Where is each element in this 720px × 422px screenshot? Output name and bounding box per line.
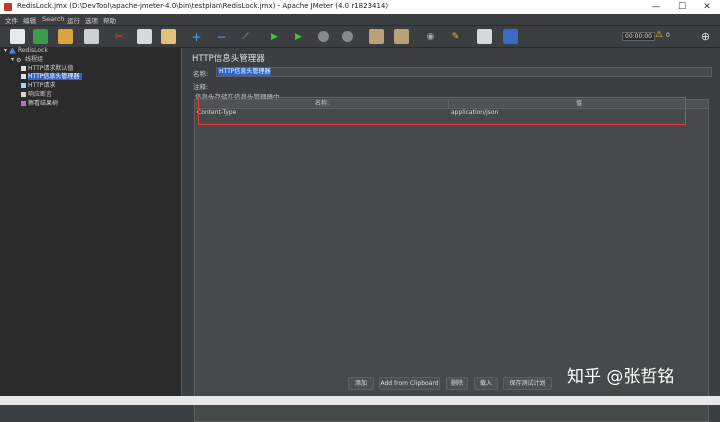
test-plan-icon: [8, 47, 16, 54]
warning-icon[interactable]: ⚠: [655, 30, 663, 40]
load-button[interactable]: 载入: [474, 377, 498, 390]
tree-item-label: HTTP请求默认值: [28, 65, 74, 72]
stop-icon[interactable]: [316, 29, 331, 44]
config-icon: [21, 66, 26, 71]
help-icon[interactable]: [503, 29, 518, 44]
add-from-clipboard-button[interactable]: Add from Clipboard: [379, 377, 440, 390]
tree-thread-group[interactable]: ▾ ⚙ 线程组: [11, 56, 43, 64]
menu-file[interactable]: 文件: [5, 15, 18, 25]
tree-item-label: 察看结果树: [28, 100, 59, 107]
menu-help[interactable]: 帮助: [103, 15, 116, 25]
tree-item-label: 响应断言: [28, 91, 53, 98]
red-annotation-box: [198, 97, 686, 125]
tree-test-plan[interactable]: ▾ RedisLock: [4, 47, 48, 55]
comment-input[interactable]: [216, 79, 710, 87]
name-input-value: HTTP信息头管理器: [218, 68, 272, 76]
clear-all-icon[interactable]: [394, 29, 409, 44]
menu-options[interactable]: 选项: [85, 15, 98, 25]
config-icon: [21, 74, 26, 79]
expand-icon[interactable]: +: [189, 29, 204, 44]
tree-item-response-assertion[interactable]: 响应断言: [21, 91, 52, 99]
function-helper-icon[interactable]: [477, 29, 492, 44]
paste-icon[interactable]: [161, 29, 176, 44]
tree-item-header-manager[interactable]: HTTP信息头管理器: [21, 73, 83, 81]
taskbar-strip: [0, 396, 720, 405]
tree-item-http-request[interactable]: HTTP请求: [21, 82, 55, 90]
save-test-plan-button[interactable]: 保存测试计划: [503, 377, 552, 390]
toggle-icon[interactable]: ⟋: [238, 29, 253, 44]
menu-edit[interactable]: 编辑: [23, 15, 36, 25]
window-title: RedisLock.jmx (D:\DevTool\apache-jmeter-…: [17, 2, 389, 10]
maximize-button[interactable]: ☐: [669, 0, 695, 14]
start-icon[interactable]: ▶: [267, 29, 282, 44]
toolbar: ✂ + − ⟋ ▶ ▶ ◉ ✎ 00:00:00 ⚠ 0 ⊕: [0, 26, 720, 48]
name-input[interactable]: HTTP信息头管理器: [216, 67, 712, 77]
new-icon[interactable]: [10, 29, 25, 44]
menu-run[interactable]: 运行: [67, 15, 80, 25]
tree-item-label: HTTP请求: [28, 82, 56, 89]
reset-search-icon[interactable]: ✎: [448, 29, 463, 44]
start-no-timers-icon[interactable]: ▶: [291, 29, 306, 44]
tree-item-http-defaults[interactable]: HTTP请求默认值: [21, 65, 73, 73]
expand-toggle-icon[interactable]: ▾: [11, 56, 14, 63]
test-plan-tree: ▾ RedisLock ▾ ⚙ 线程组 HTTP请求默认值 HTTP信息头管理器 …: [0, 47, 182, 405]
tree-item-label: HTTP信息头管理器: [28, 73, 83, 80]
sampler-icon: [21, 83, 26, 88]
thread-group-gear-icon: ⚙: [15, 56, 22, 64]
tree-thread-group-label: 线程组: [24, 56, 43, 63]
menu-search[interactable]: Search: [42, 15, 64, 23]
jmeter-app-icon: [4, 3, 12, 11]
tree-test-plan-label: RedisLock: [17, 47, 48, 54]
shutdown-icon[interactable]: [340, 29, 355, 44]
delete-button[interactable]: 删除: [446, 377, 468, 390]
tree-item-results-tree[interactable]: 察看结果树: [21, 100, 58, 108]
expand-toggle-icon[interactable]: ▾: [4, 47, 7, 54]
search-icon[interactable]: ◉: [423, 29, 438, 44]
title-bar: RedisLock.jmx (D:\DevTool\apache-jmeter-…: [0, 0, 720, 14]
templates-icon[interactable]: [33, 29, 48, 44]
save-icon[interactable]: [84, 29, 99, 44]
name-label: 名称:: [193, 70, 209, 78]
minimize-button[interactable]: —: [643, 0, 669, 14]
menu-bar: 文件 编辑 Search 运行 选项 帮助: [0, 14, 720, 26]
cut-icon[interactable]: ✂: [112, 29, 127, 44]
collapse-icon[interactable]: −: [214, 29, 229, 44]
main-panel: HTTP信息头管理器 名称: HTTP信息头管理器 注释: 信息头存储在信息头管…: [187, 48, 720, 422]
elapsed-timer: 00:00:00: [622, 32, 655, 41]
copy-icon[interactable]: [137, 29, 152, 44]
comment-label: 注释:: [193, 83, 209, 91]
listener-icon: [21, 101, 26, 106]
open-icon[interactable]: [58, 29, 73, 44]
warning-count: 0: [666, 32, 670, 39]
remote-globe-icon[interactable]: ⊕: [698, 29, 713, 44]
assertion-icon: [21, 92, 26, 97]
panel-title: HTTP信息头管理器: [192, 54, 265, 64]
close-button[interactable]: ✕: [694, 0, 720, 14]
clear-icon[interactable]: [369, 29, 384, 44]
add-button[interactable]: 添加: [348, 377, 374, 390]
zhihu-watermark: 知乎 @张哲铭: [567, 367, 675, 387]
